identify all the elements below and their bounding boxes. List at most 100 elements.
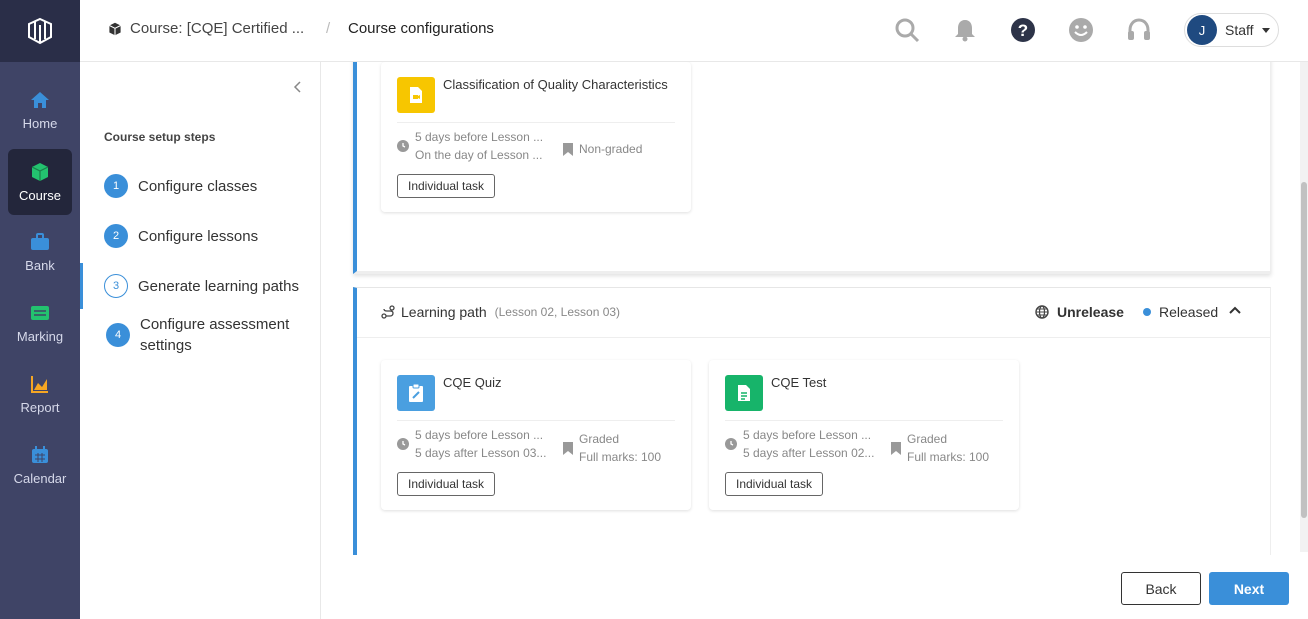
task-end-date: 5 days after Lesson 03... [415, 446, 547, 460]
step-generate-learning-paths[interactable]: 3 Generate learning paths [104, 274, 299, 298]
breadcrumb-course-label: Course: [CQE] Certified ... [130, 20, 305, 37]
individual-task-tag: Individual task [725, 472, 824, 496]
learning-path-lessons: (Lesson 02, Lesson 03) [494, 305, 621, 319]
task-dates: 5 days before Lesson ... On the day of L… [397, 128, 543, 164]
marking-icon [31, 305, 49, 320]
nav-report-label: Report [20, 399, 60, 415]
search-icon[interactable] [894, 17, 920, 43]
individual-task-tag: Individual task [397, 174, 496, 198]
next-button[interactable]: Next [1209, 572, 1289, 605]
released-label: Released [1159, 304, 1219, 320]
user-label: Staff [1225, 22, 1254, 38]
bookmark-icon [563, 441, 573, 455]
briefcase-icon [31, 232, 49, 250]
task-dates: 5 days before Lesson ... 5 days after Le… [725, 426, 874, 462]
individual-task-tag: Individual task [397, 472, 496, 496]
nav-course-label: Course [19, 187, 61, 203]
task-title: CQE Quiz [443, 375, 502, 390]
full-marks: Full marks: 100 [907, 450, 990, 464]
smiley-icon[interactable] [1068, 17, 1094, 43]
task-start-date: 5 days before Lesson ... [415, 428, 544, 442]
headset-icon[interactable] [1126, 17, 1152, 43]
nav-calendar[interactable]: Calendar [8, 432, 72, 498]
active-step-indicator [80, 263, 83, 309]
task-title: CQE Test [771, 375, 827, 390]
status-dot [1143, 308, 1151, 316]
task-end-date: 5 days after Lesson 02... [743, 446, 875, 460]
nav-home[interactable]: Home [8, 77, 72, 143]
user-menu[interactable]: J Staff [1184, 13, 1279, 47]
task-card[interactable]: CQE Test 5 days before Lesson ... 5 days… [709, 360, 1019, 510]
nav-report[interactable]: Report [8, 361, 72, 427]
step-number: 3 [104, 274, 128, 298]
breadcrumb-page: Course configurations [348, 20, 494, 37]
task-card[interactable]: CQE Quiz 5 days before Lesson ... 5 days… [381, 360, 691, 510]
video-document-icon [397, 77, 435, 113]
nav-bank-label: Bank [25, 257, 55, 273]
svg-text:?: ? [1018, 21, 1028, 40]
learning-path-title: Learning path (Lesson 02, Lesson 03) [381, 304, 620, 320]
step-label: Generate learning paths [138, 277, 299, 295]
task-title: Classification of Quality Characteristic… [443, 77, 668, 92]
help-icon[interactable]: ? [1010, 17, 1036, 43]
clock-icon [725, 438, 737, 450]
step-configure-lessons[interactable]: 2 Configure lessons [104, 224, 258, 248]
breadcrumb-course[interactable]: Course: [CQE] Certified ... [108, 20, 304, 37]
scrollbar-thumb[interactable] [1301, 182, 1307, 518]
task-grading: Graded Full marks: 100 [563, 430, 661, 466]
bookmark-icon [891, 441, 901, 455]
grading-type: Graded [579, 432, 620, 446]
breadcrumb-separator: / [326, 20, 331, 37]
back-button[interactable]: Back [1121, 572, 1201, 605]
steps-title: Course setup steps [104, 130, 216, 144]
bell-icon[interactable] [952, 17, 978, 43]
home-icon [31, 91, 49, 108]
clock-icon [397, 140, 409, 152]
task-grading: Graded Full marks: 100 [891, 430, 989, 466]
collapse-panel-icon[interactable] [293, 80, 303, 96]
task-end-date: On the day of Lesson ... [415, 148, 543, 162]
nav-marking-label: Marking [16, 328, 64, 344]
nav-home-label: Home [22, 115, 58, 131]
globe-icon [1035, 305, 1049, 319]
nav-bank[interactable]: Bank [8, 219, 72, 285]
step-label: Configure lessons [138, 227, 259, 245]
nav-course[interactable]: Course [8, 149, 72, 215]
step-configure-assessment-settings[interactable]: 4 Configure assessment settings [106, 314, 306, 356]
setup-steps-panel: Course setup steps 1 Configure classes 2… [80, 62, 321, 619]
unrelease-label: Unrelease [1057, 304, 1124, 320]
caret-down-icon [1261, 27, 1270, 33]
grading-type: Non-graded [579, 142, 643, 156]
unrelease-button[interactable]: Unrelease [1035, 304, 1124, 320]
logo-icon [28, 17, 52, 45]
top-header: Course: [CQE] Certified ... / Course con… [80, 0, 1308, 62]
quiz-clipboard-icon [397, 375, 435, 411]
cube-icon [109, 22, 121, 35]
released-status: Released [1143, 304, 1218, 320]
task-start-date: 5 days before Lesson ... [743, 428, 872, 442]
path-icon [381, 305, 395, 319]
nav-marking[interactable]: Marking [8, 290, 72, 356]
full-marks: Full marks: 100 [579, 450, 662, 464]
clock-icon [397, 438, 409, 450]
test-document-icon [725, 375, 763, 411]
chart-icon [31, 375, 48, 393]
task-start-date: 5 days before Lesson ... [415, 130, 544, 144]
calendar-icon [32, 445, 48, 463]
task-dates: 5 days before Lesson ... 5 days after Le… [397, 426, 546, 462]
nav-calendar-label: Calendar [13, 470, 67, 486]
step-configure-classes[interactable]: 1 Configure classes [104, 174, 257, 198]
card-divider [397, 420, 675, 421]
chevron-up-icon[interactable] [1229, 305, 1241, 315]
bookmark-icon [563, 142, 573, 156]
grading-type: Graded [907, 432, 948, 446]
main-content: Classification of Quality Characteristic… [321, 62, 1308, 619]
app-logo[interactable] [0, 0, 80, 62]
card-divider [397, 122, 675, 123]
task-card[interactable]: Classification of Quality Characteristic… [381, 62, 691, 212]
app-sidebar: Home Course Bank Marking Report Calendar [0, 0, 80, 619]
step-label: Configure classes [138, 177, 258, 195]
learning-path-section-1: Classification of Quality Characteristic… [353, 62, 1271, 274]
step-number: 1 [104, 174, 128, 198]
learning-path-section-2: Learning path (Lesson 02, Lesson 03) Unr… [353, 287, 1271, 555]
